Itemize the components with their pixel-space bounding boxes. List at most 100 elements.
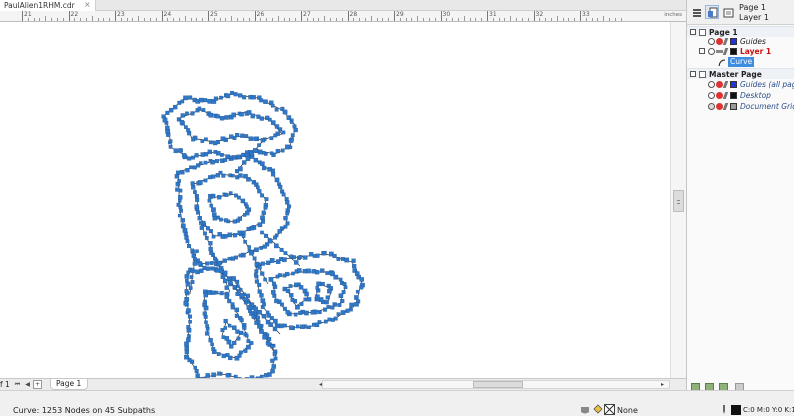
curve-node[interactable] bbox=[285, 221, 290, 226]
edit-pencil-icon[interactable] bbox=[722, 103, 729, 110]
curve-node[interactable] bbox=[181, 153, 187, 158]
curve-node[interactable] bbox=[252, 256, 257, 261]
curve-node[interactable] bbox=[314, 294, 320, 300]
curve-node[interactable] bbox=[231, 276, 236, 281]
curve-node[interactable] bbox=[298, 285, 304, 290]
curve-node[interactable] bbox=[320, 281, 325, 287]
curve-node[interactable] bbox=[214, 290, 219, 295]
curve-node[interactable] bbox=[197, 106, 202, 111]
curve-node[interactable] bbox=[275, 148, 280, 154]
curve-node[interactable] bbox=[190, 248, 195, 253]
curve-node[interactable] bbox=[203, 299, 207, 304]
horizontal-scroll-thumb[interactable] bbox=[473, 381, 523, 388]
curve-node[interactable] bbox=[207, 149, 212, 155]
curve-node[interactable] bbox=[344, 257, 350, 263]
curve-node[interactable] bbox=[322, 250, 327, 256]
curve-node[interactable] bbox=[269, 151, 274, 155]
layer-color-swatch[interactable] bbox=[730, 92, 737, 99]
curve-node[interactable] bbox=[238, 173, 243, 178]
curve-node[interactable] bbox=[216, 260, 222, 266]
curve-node[interactable] bbox=[196, 210, 201, 215]
curve-node[interactable] bbox=[217, 232, 222, 237]
curve-node[interactable] bbox=[263, 99, 268, 104]
curve-node[interactable] bbox=[211, 234, 216, 239]
curve-node[interactable] bbox=[278, 184, 283, 189]
curve-node[interactable] bbox=[210, 342, 214, 347]
curve-node[interactable] bbox=[185, 168, 190, 173]
curve-node[interactable] bbox=[224, 192, 229, 197]
curve-node[interactable] bbox=[256, 114, 261, 119]
curve-node[interactable] bbox=[180, 99, 185, 104]
curve-node[interactable] bbox=[262, 302, 266, 307]
curve-node[interactable] bbox=[349, 307, 353, 312]
tree-layer-document-grid[interactable]: Document Grid bbox=[687, 101, 794, 112]
curve-node[interactable] bbox=[340, 310, 346, 315]
curve-node[interactable] bbox=[289, 293, 294, 298]
curve-node[interactable] bbox=[281, 192, 286, 197]
page-tab-page-1[interactable]: Page 1 bbox=[50, 379, 88, 390]
curve-node[interactable] bbox=[246, 344, 251, 350]
curve-node[interactable] bbox=[240, 133, 245, 138]
curve-node[interactable] bbox=[250, 302, 255, 307]
curve-node[interactable] bbox=[177, 213, 182, 218]
curve-node[interactable] bbox=[205, 226, 210, 231]
curve-node[interactable] bbox=[177, 179, 181, 183]
curve-node[interactable] bbox=[221, 173, 226, 178]
curve-node[interactable] bbox=[261, 210, 266, 215]
curve-node[interactable] bbox=[325, 295, 330, 300]
curve-node[interactable] bbox=[184, 235, 189, 240]
curve-node[interactable] bbox=[201, 108, 206, 112]
curve-node[interactable] bbox=[227, 299, 232, 304]
curve-node[interactable] bbox=[219, 291, 224, 296]
curve-node[interactable] bbox=[209, 140, 213, 145]
curve-node[interactable] bbox=[254, 269, 259, 274]
curve-node[interactable] bbox=[253, 306, 258, 311]
curve-node[interactable] bbox=[208, 337, 213, 343]
curve-node[interactable] bbox=[208, 241, 213, 246]
curve-node[interactable] bbox=[224, 336, 230, 341]
curve-node[interactable] bbox=[227, 256, 232, 261]
curve-node[interactable] bbox=[161, 114, 166, 119]
curve-node[interactable] bbox=[349, 302, 355, 308]
curve-node[interactable] bbox=[267, 167, 272, 172]
curve-node[interactable] bbox=[222, 258, 227, 263]
curve-node[interactable] bbox=[207, 198, 212, 203]
prev-page-icon[interactable]: ◀ bbox=[23, 380, 32, 389]
curve-node[interactable] bbox=[253, 157, 259, 163]
curve-node[interactable] bbox=[194, 204, 200, 210]
curve-node[interactable] bbox=[224, 218, 229, 223]
curve-node[interactable] bbox=[274, 243, 279, 249]
curve-node[interactable] bbox=[293, 312, 298, 317]
curve-node[interactable] bbox=[257, 143, 261, 148]
curve-node[interactable] bbox=[274, 107, 279, 112]
curve-node[interactable] bbox=[311, 322, 316, 327]
curve-node[interactable] bbox=[287, 204, 292, 209]
curve-node[interactable] bbox=[269, 258, 275, 263]
edit-across-layers-icon[interactable] bbox=[721, 5, 735, 19]
curve-node[interactable] bbox=[269, 136, 274, 141]
visibility-icon[interactable] bbox=[708, 48, 715, 55]
curve-node[interactable] bbox=[217, 195, 222, 200]
curve-node[interactable] bbox=[283, 216, 288, 221]
curve-node[interactable] bbox=[230, 90, 235, 95]
curve-node[interactable] bbox=[192, 261, 198, 266]
curve-node[interactable] bbox=[233, 92, 238, 97]
curve-node[interactable] bbox=[225, 93, 231, 99]
layer-color-swatch[interactable] bbox=[730, 38, 737, 45]
curve-node[interactable] bbox=[265, 310, 270, 315]
curve-node[interactable] bbox=[197, 216, 202, 221]
curve-node[interactable] bbox=[213, 150, 218, 154]
curve-node[interactable] bbox=[195, 197, 200, 202]
curve-node[interactable] bbox=[228, 191, 233, 196]
curve-node[interactable] bbox=[205, 324, 210, 328]
curve-node[interactable] bbox=[254, 247, 259, 253]
curve-node[interactable] bbox=[289, 254, 293, 259]
curve-node[interactable] bbox=[257, 149, 263, 155]
curve-node[interactable] bbox=[245, 156, 251, 161]
curve-node[interactable] bbox=[198, 161, 203, 165]
curve-node[interactable] bbox=[235, 279, 240, 284]
curve-node[interactable] bbox=[187, 156, 192, 161]
curve-node[interactable] bbox=[281, 257, 287, 263]
curve-node[interactable] bbox=[283, 251, 288, 255]
curve-node[interactable] bbox=[261, 313, 267, 319]
